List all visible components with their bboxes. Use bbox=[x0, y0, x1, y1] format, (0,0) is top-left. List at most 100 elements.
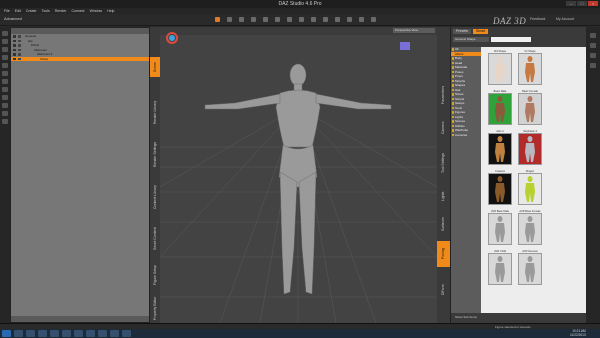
filter-icon[interactable] bbox=[2, 63, 8, 68]
universal-tool-icon[interactable] bbox=[275, 17, 280, 22]
tab-parameters[interactable]: Parameters bbox=[437, 79, 450, 111]
feedback-link[interactable]: Feedback bbox=[530, 17, 545, 21]
tab-smart[interactable]: Smart bbox=[473, 29, 489, 34]
visibility-eye-icon[interactable] bbox=[13, 44, 16, 47]
select-all-icon[interactable] bbox=[2, 103, 8, 108]
tab-figure-setup[interactable]: Figure Setup bbox=[150, 259, 160, 291]
show-sub-items-option[interactable]: Show Sub Items bbox=[455, 315, 477, 319]
visibility-eye-icon[interactable] bbox=[13, 57, 16, 60]
folder-icon bbox=[452, 66, 454, 69]
taskbar-app-icon[interactable] bbox=[62, 330, 71, 337]
folder-icon bbox=[452, 102, 454, 105]
taskbar-app-icon[interactable] bbox=[122, 330, 131, 337]
tab-surfaces[interactable]: Surfaces bbox=[437, 211, 450, 237]
library-category-label: Tools bbox=[455, 105, 463, 110]
tab-tool-settings[interactable]: Tool Settings bbox=[437, 145, 450, 181]
taskbar-app-icon[interactable] bbox=[26, 330, 35, 337]
lock-icon[interactable] bbox=[18, 48, 21, 51]
thumbnail-view-icon[interactable] bbox=[590, 53, 596, 58]
taskbar-app-icon[interactable] bbox=[50, 330, 59, 337]
tab-scene[interactable]: Scene bbox=[150, 57, 160, 77]
ungroup-icon[interactable] bbox=[2, 55, 8, 60]
library-thumbnail[interactable]: AVR Base Female bbox=[518, 210, 542, 245]
library-thumbnail[interactable]: Stephanie 4 bbox=[518, 130, 542, 165]
rotate-tool-icon[interactable] bbox=[251, 17, 256, 22]
preview-tool-icon[interactable] bbox=[371, 17, 376, 22]
scene-node[interactable]: Chest bbox=[11, 56, 149, 61]
group-icon[interactable] bbox=[2, 47, 8, 52]
spot-render-icon[interactable] bbox=[347, 17, 352, 22]
library-thumbnail[interactable]: M4 Shape bbox=[488, 50, 512, 85]
tab-presets[interactable]: Presets bbox=[453, 29, 471, 34]
library-category-label: Figures bbox=[455, 110, 466, 114]
library-thumbnail[interactable]: AVR Child bbox=[488, 250, 512, 285]
refresh-icon[interactable] bbox=[590, 43, 596, 48]
lock-icon[interactable] bbox=[18, 57, 21, 60]
tab-content-library[interactable]: Content Library bbox=[150, 177, 160, 217]
library-thumbnail-grid: M4 Shape V4 Shape Basic Male Basic Female Ai… bbox=[484, 47, 584, 313]
list-view-icon[interactable] bbox=[590, 63, 596, 68]
tab-posing[interactable]: Posing bbox=[437, 241, 450, 267]
visibility-eye-icon[interactable] bbox=[13, 53, 16, 56]
start-button-icon[interactable] bbox=[2, 330, 11, 337]
visibility-icon[interactable] bbox=[2, 71, 8, 76]
viewport[interactable]: Perspective View bbox=[160, 27, 437, 323]
lock-icon[interactable] bbox=[18, 39, 21, 42]
visibility-eye-icon[interactable] bbox=[13, 48, 16, 51]
tab-dform[interactable]: DForm bbox=[437, 279, 450, 301]
tab-lights[interactable]: Lights bbox=[437, 185, 450, 207]
tab-render-library[interactable]: Render Library bbox=[150, 93, 160, 131]
lock-icon[interactable] bbox=[18, 44, 21, 47]
lock-icon[interactable] bbox=[18, 53, 21, 56]
search-icon[interactable] bbox=[2, 119, 8, 124]
taskbar-app-icon[interactable] bbox=[38, 330, 47, 337]
node-tool-icon[interactable] bbox=[227, 17, 232, 22]
lock-icon[interactable] bbox=[18, 35, 21, 38]
library-thumbnail[interactable]: Dragon bbox=[518, 170, 542, 205]
library-thumbnail[interactable]: AVR Base Male bbox=[488, 210, 512, 245]
library-category-item[interactable]: Cameras bbox=[451, 133, 481, 138]
library-filter-dropdown[interactable]: Genesis Shape bbox=[453, 37, 489, 42]
scale-tool-icon[interactable] bbox=[263, 17, 268, 22]
my-account-link[interactable]: My Account bbox=[556, 17, 574, 21]
taskbar-app-icon[interactable] bbox=[14, 330, 23, 337]
library-thumbnail[interactable]: Aiko 4 bbox=[488, 130, 512, 165]
library-thumbnail[interactable]: Basic Female bbox=[518, 90, 542, 125]
minimize-button[interactable]: – bbox=[566, 1, 576, 6]
geometry-tool-icon[interactable] bbox=[311, 17, 316, 22]
library-thumbnail[interactable]: AVR Genesis bbox=[518, 250, 542, 285]
pose-tool-icon[interactable] bbox=[287, 17, 292, 22]
maximize-button[interactable]: □ bbox=[577, 1, 587, 6]
collapse-icon[interactable] bbox=[2, 95, 8, 100]
taskbar-app-icon[interactable] bbox=[98, 330, 107, 337]
close-button[interactable]: × bbox=[588, 1, 598, 6]
taskbar-app-icon[interactable] bbox=[86, 330, 95, 337]
render-tool-icon[interactable] bbox=[335, 17, 340, 22]
layout-selector[interactable]: Advanced bbox=[4, 16, 22, 21]
library-thumbnail[interactable]: Basic Male bbox=[488, 90, 512, 125]
folder-icon bbox=[452, 70, 454, 73]
visibility-eye-icon[interactable] bbox=[13, 39, 16, 42]
tab-render-settings[interactable]: Render Settings bbox=[150, 135, 160, 173]
tab-camera[interactable]: Camera bbox=[437, 115, 450, 141]
thumbnail-caption: Aiko 4 bbox=[496, 130, 504, 133]
delete-icon[interactable] bbox=[2, 39, 8, 44]
visibility-eye-icon[interactable] bbox=[13, 35, 16, 38]
translate-tool-icon[interactable] bbox=[239, 17, 244, 22]
library-thumbnail[interactable]: Creature bbox=[488, 170, 512, 205]
light-tool-icon[interactable] bbox=[323, 17, 328, 22]
expand-icon[interactable] bbox=[2, 87, 8, 92]
camera-tool-icon[interactable] bbox=[359, 17, 364, 22]
pane-options-icon[interactable] bbox=[590, 33, 596, 38]
select-tool-icon[interactable] bbox=[215, 17, 220, 22]
taskbar-app-icon[interactable] bbox=[74, 330, 83, 337]
tab-smart-content[interactable]: Smart Content bbox=[150, 221, 160, 257]
lock-icon[interactable] bbox=[2, 79, 8, 84]
taskbar-app-icon[interactable] bbox=[110, 330, 119, 337]
add-icon[interactable] bbox=[2, 31, 8, 36]
library-search-input[interactable] bbox=[491, 37, 531, 42]
tab-property-editor[interactable]: Property Editor bbox=[150, 293, 160, 323]
library-thumbnail[interactable]: V4 Shape bbox=[518, 50, 542, 85]
surface-tool-icon[interactable] bbox=[299, 17, 304, 22]
settings-icon[interactable] bbox=[2, 111, 8, 116]
